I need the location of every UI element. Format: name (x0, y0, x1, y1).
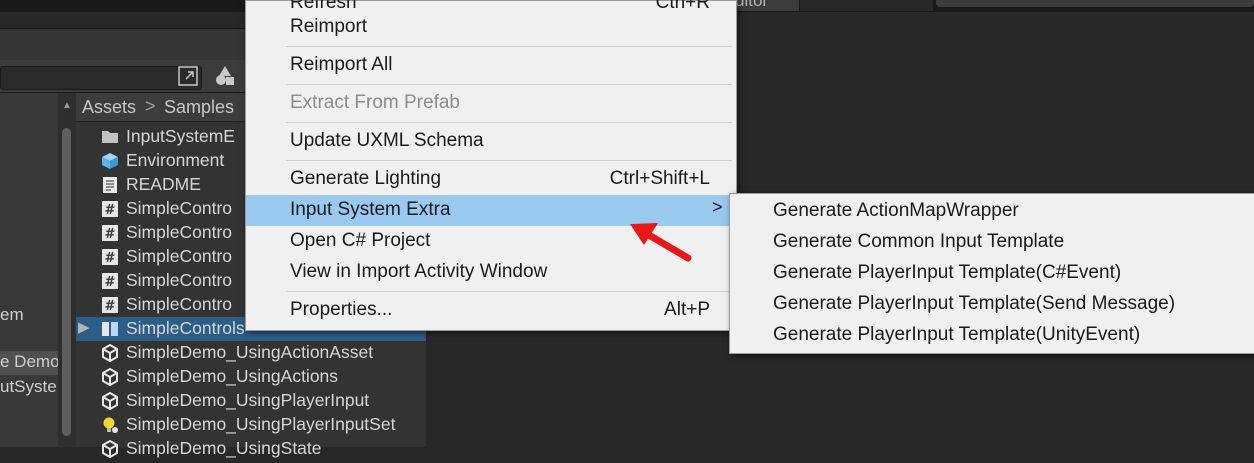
lightbulb-settings-icon (101, 416, 119, 434)
svg-text:#: # (105, 299, 116, 314)
red-annotation-arrow-icon (630, 223, 692, 262)
svg-text:#: # (105, 203, 116, 218)
csharp-script-icon: # (101, 272, 119, 290)
project-item-label[interactable]: Environment (126, 150, 224, 171)
submenu-item-playerinput-send-message[interactable]: Generate PlayerInput Template(Send Messa… (730, 288, 1250, 319)
csharp-script-icon: # (101, 200, 119, 218)
menu-item-label: Update UXML Schema (290, 130, 484, 151)
hierarchy-item[interactable]: e Demo (0, 352, 60, 372)
project-item-label[interactable]: SimpleContro (126, 294, 232, 315)
project-item-label[interactable]: SimpleDemo_UsingPlayerInputSet (126, 414, 395, 435)
svg-text:#: # (105, 275, 116, 290)
input-system-extra-submenu: Generate ActionMapWrapper Generate Commo… (729, 193, 1254, 354)
menu-item-label: Reimport All (290, 54, 393, 75)
expand-icon[interactable] (176, 63, 202, 89)
hierarchy-item[interactable]: em (0, 305, 24, 325)
menu-item-reimport-all[interactable]: Reimport All (246, 50, 736, 81)
context-menu: Refresh Ctrl+R Reimport Reimport All Ext… (245, 0, 737, 331)
csharp-script-icon: # (101, 248, 119, 266)
submenu-item-playerinput-unityevent[interactable]: Generate PlayerInput Template(UnityEvent… (730, 319, 1250, 350)
unity-scene-icon (101, 367, 119, 387)
project-item-label[interactable]: SimpleDemo_UsingState (126, 438, 322, 459)
menu-separator (286, 291, 732, 292)
menu-item-generate-lighting[interactable]: Generate Lighting Ctrl+Shift+L (246, 164, 736, 195)
csharp-script-icon: # (101, 296, 119, 314)
project-item-label[interactable]: InputSystemE (126, 126, 235, 147)
menu-item-update-uxml-schema[interactable]: Update UXML Schema (246, 126, 736, 157)
project-item-label[interactable]: SimpleDemo_UsingPlayerInput (126, 390, 369, 411)
menu-separator (286, 122, 732, 123)
menu-separator (286, 160, 732, 161)
breadcrumb-samples[interactable]: Samples (164, 97, 234, 118)
text-document-icon (101, 176, 119, 194)
submenu-item-label: Generate Common Input Template (773, 231, 1065, 252)
submenu-item-label: Generate ActionMapWrapper (773, 200, 1019, 221)
submenu-arrow-icon: > (712, 197, 723, 217)
folder-icon (101, 128, 119, 146)
breadcrumb-separator: > (145, 96, 156, 116)
project-item-label[interactable]: SimpleContro (126, 246, 232, 267)
unity-scene-icon (101, 343, 119, 363)
menu-separator (286, 84, 732, 85)
toolbar-search-box[interactable] (936, 0, 1254, 7)
project-item-label[interactable]: SimpleControls (126, 318, 245, 339)
submenu-item-generate-actionmapwrapper[interactable]: Generate ActionMapWrapper (730, 195, 1250, 226)
menu-item-properties[interactable]: Properties... Alt+P (246, 295, 736, 326)
menu-item-reimport[interactable]: Reimport (246, 12, 736, 43)
dark-tab[interactable] (800, 0, 933, 12)
filter-by-type-icon[interactable] (212, 63, 238, 89)
submenu-item-label: Generate PlayerInput Template(C#Event) (773, 262, 1122, 283)
panel-tab-bar (0, 28, 245, 62)
svg-text:#: # (105, 251, 116, 266)
project-item-label[interactable]: README (126, 174, 201, 195)
menu-item-label: Open C# Project (290, 230, 431, 251)
project-item-label[interactable]: SimpleDemo_UsingActionAsset (126, 342, 373, 363)
menu-item-label: Input System Extra (290, 199, 451, 220)
scrollbar-thumb[interactable] (62, 128, 71, 436)
project-item-label[interactable]: SimpleContro (126, 198, 232, 219)
editor-tab-label: ditor (735, 0, 769, 10)
submenu-item-playerinput-csharp-event[interactable]: Generate PlayerInput Template(C#Event) (730, 257, 1250, 288)
breadcrumb-assets[interactable]: Assets (82, 97, 136, 118)
input-actions-icon (101, 320, 119, 338)
project-search-input[interactable] (0, 66, 202, 90)
unity-scene-icon (101, 439, 119, 459)
menu-item-label: View in Import Activity Window (290, 261, 548, 282)
menu-item-label: Reimport (290, 16, 368, 37)
csharp-script-icon: # (101, 224, 119, 242)
menu-item-label: Properties... (290, 299, 393, 320)
menu-item-label: Generate Lighting (290, 168, 442, 189)
menu-item-shortcut: Alt+P (664, 299, 710, 320)
menu-item-extract-from-prefab: Extract From Prefab (246, 88, 736, 119)
svg-text:#: # (105, 227, 116, 242)
project-item-label[interactable]: SimpleContro (126, 222, 232, 243)
expand-arrow-icon[interactable]: ▶ (78, 318, 90, 336)
submenu-item-generate-common-input-template[interactable]: Generate Common Input Template (730, 226, 1250, 257)
menu-item-shortcut: Ctrl+Shift+L (609, 168, 710, 189)
project-item-label[interactable]: SimpleContro (126, 270, 232, 291)
scroll-up-arrow-icon[interactable]: ▲ (62, 100, 72, 111)
submenu-item-label: Generate PlayerInput Template(UnityEvent… (773, 324, 1141, 345)
hierarchy-item[interactable]: utSyste (0, 377, 57, 397)
unity-scene-icon (101, 391, 119, 411)
menu-separator (286, 46, 732, 47)
project-item-label[interactable]: SimpleDemo_UsingActions (126, 366, 338, 387)
prefab-cube-icon (101, 152, 119, 170)
menu-item-label: Extract From Prefab (290, 92, 460, 113)
submenu-item-label: Generate PlayerInput Template(Send Messa… (773, 293, 1176, 314)
